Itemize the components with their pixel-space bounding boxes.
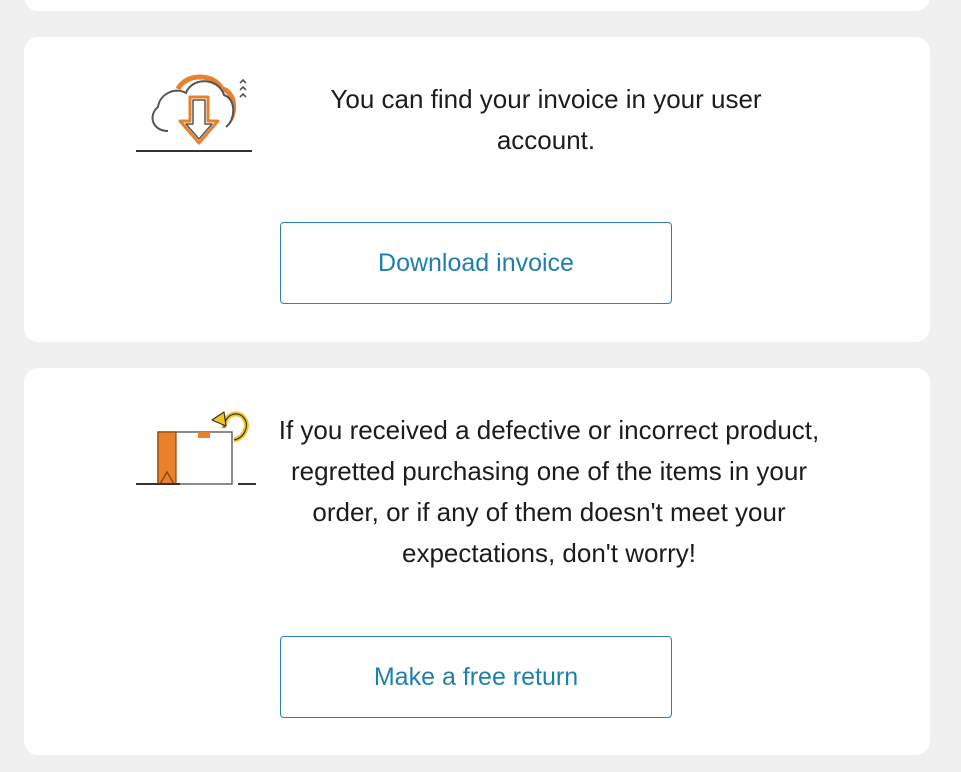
cloud-download-icon <box>134 71 256 153</box>
invoice-card: You can find your invoice in your user a… <box>24 37 930 342</box>
invoice-message: You can find your invoice in your user a… <box>330 84 762 155</box>
return-message: If you received a defective or incorrect… <box>278 415 820 568</box>
previous-card <box>24 0 930 11</box>
return-box-icon <box>134 406 258 488</box>
download-invoice-button[interactable]: Download invoice <box>280 222 672 304</box>
free-return-button[interactable]: Make a free return <box>280 636 672 718</box>
return-card: If you received a defective or incorrect… <box>24 368 930 755</box>
